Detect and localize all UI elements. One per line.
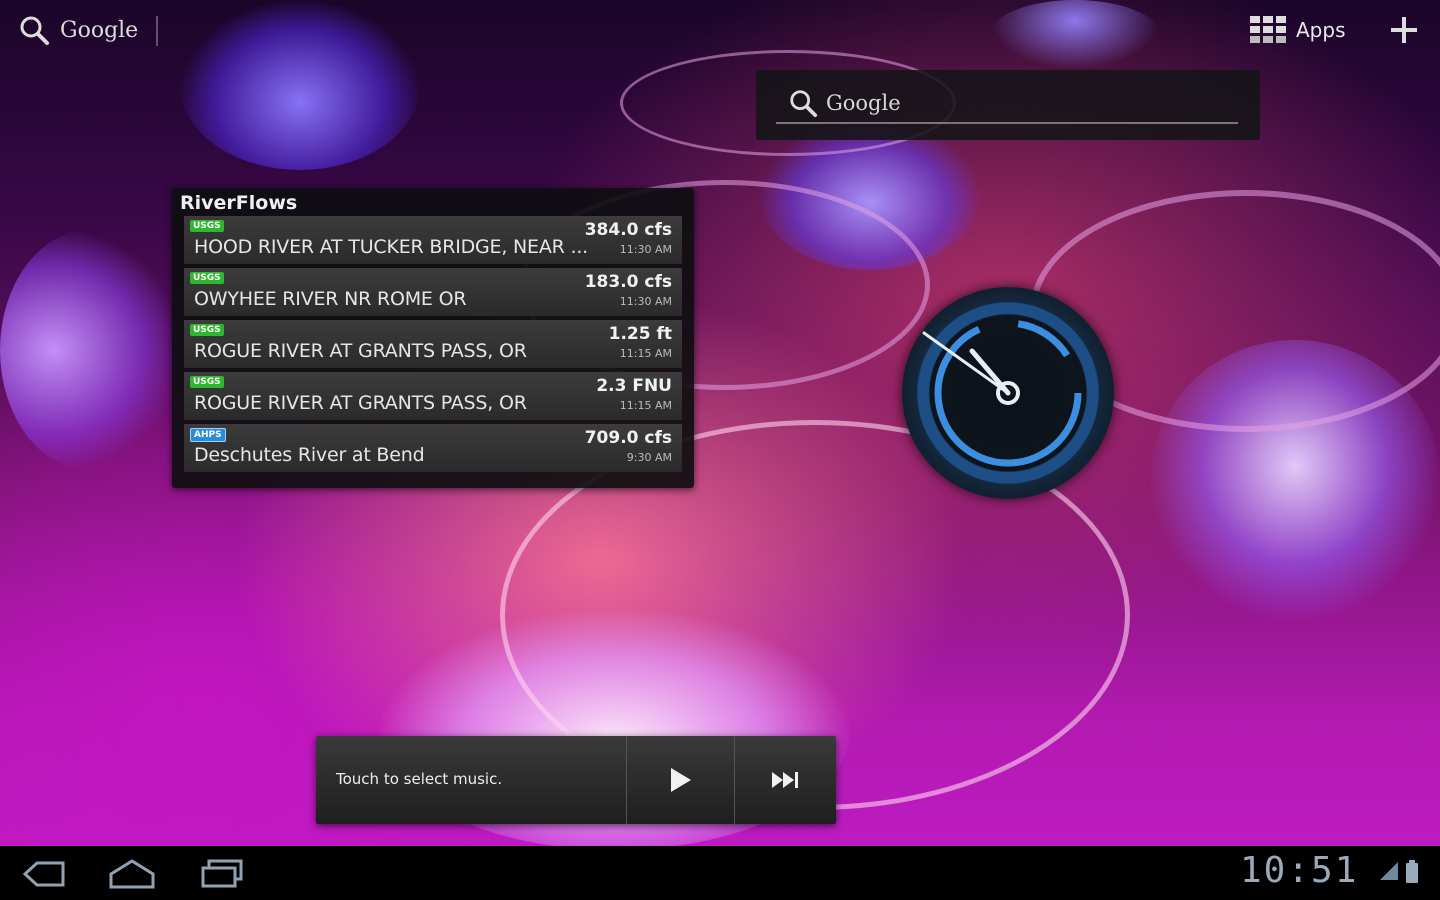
top-bar: Google Apps: [0, 0, 1440, 64]
river-name: HOOD RIVER AT TUCKER BRIDGE, NEAR ...: [194, 236, 589, 258]
battery-icon: [1406, 860, 1418, 883]
river-name: ROGUE RIVER AT GRANTS PASS, OR: [194, 340, 527, 362]
wallpaper-flower: [0, 230, 180, 470]
river-value: 709.0 cfs: [584, 428, 672, 448]
search-icon: [20, 16, 49, 45]
music-widget[interactable]: Touch to select music.: [316, 736, 836, 824]
google-search-label: Google: [60, 17, 139, 43]
river-time: 11:15 AM: [619, 347, 672, 360]
river-time: 9:30 AM: [626, 451, 672, 464]
analog-clock-widget[interactable]: [902, 287, 1114, 499]
next-track-button[interactable]: [736, 736, 836, 824]
divider: [156, 16, 158, 46]
river-row[interactable]: USGS ROGUE RIVER AT GRANTS PASS, OR 2.3 …: [184, 372, 682, 420]
river-name: ROGUE RIVER AT GRANTS PASS, OR: [194, 392, 527, 414]
home-icon: [109, 859, 155, 889]
river-value: 384.0 cfs: [584, 220, 672, 240]
source-badge: USGS: [190, 272, 224, 284]
recent-apps-button[interactable]: [192, 854, 252, 894]
home-button[interactable]: [102, 854, 162, 894]
source-badge: USGS: [190, 324, 224, 336]
clock-face-icon: [922, 319, 1082, 467]
system-bar: 10:51: [0, 846, 1440, 900]
riverflows-title: RiverFlows: [180, 192, 298, 214]
wifi-signal-icon: [1380, 862, 1398, 880]
river-value: 2.3 FNU: [596, 376, 672, 396]
river-row[interactable]: USGS ROGUE RIVER AT GRANTS PASS, OR 1.25…: [184, 320, 682, 368]
google-search-button[interactable]: Google: [18, 14, 138, 46]
source-badge: USGS: [190, 376, 224, 388]
divider: [626, 736, 627, 824]
add-widget-button[interactable]: [1388, 14, 1420, 46]
recent-apps-icon: [201, 859, 243, 888]
clock-time: 10:51: [1240, 850, 1359, 891]
apps-button[interactable]: Apps: [1250, 16, 1346, 44]
river-time: 11:30 AM: [619, 295, 672, 308]
play-icon: [671, 768, 691, 792]
plus-icon: [1391, 17, 1417, 43]
river-name: Deschutes River at Bend: [194, 444, 425, 466]
back-icon: [22, 861, 65, 887]
google-search-widget-label: Google: [826, 91, 901, 115]
river-value: 183.0 cfs: [584, 272, 672, 292]
source-badge: USGS: [190, 220, 224, 232]
river-value: 1.25 ft: [608, 324, 672, 344]
apps-grid-icon: [1250, 16, 1286, 43]
river-time: 11:30 AM: [619, 243, 672, 256]
google-search-widget[interactable]: Google: [756, 70, 1260, 140]
google-search-box[interactable]: Google: [776, 84, 1238, 124]
river-row[interactable]: USGS OWYHEE RIVER NR ROME OR 183.0 cfs 1…: [184, 268, 682, 316]
river-name: OWYHEE RIVER NR ROME OR: [194, 288, 467, 310]
riverflows-widget[interactable]: RiverFlows USGS HOOD RIVER AT TUCKER BRI…: [172, 188, 694, 488]
river-row[interactable]: USGS HOOD RIVER AT TUCKER BRIDGE, NEAR .…: [184, 216, 682, 264]
skip-next-icon: [772, 772, 798, 788]
play-button[interactable]: [631, 736, 731, 824]
river-time: 11:15 AM: [619, 399, 672, 412]
music-prompt: Touch to select music.: [336, 770, 503, 788]
river-row[interactable]: AHPS Deschutes River at Bend 709.0 cfs 9…: [184, 424, 682, 472]
source-badge: AHPS: [190, 428, 226, 442]
apps-label: Apps: [1296, 18, 1346, 42]
back-button[interactable]: [14, 854, 74, 894]
search-icon: [790, 90, 818, 118]
divider: [734, 736, 735, 824]
